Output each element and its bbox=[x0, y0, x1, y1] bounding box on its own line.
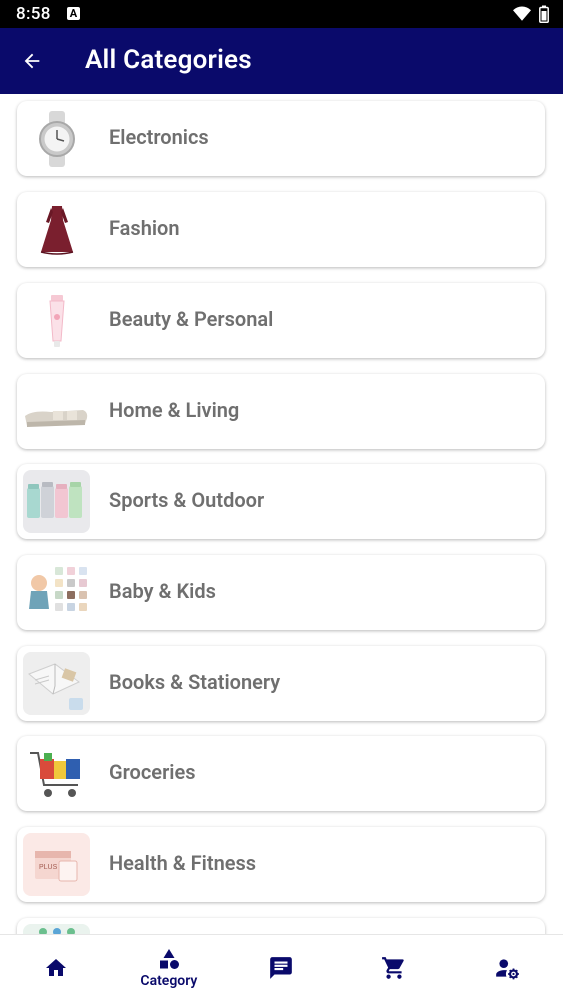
status-bar: 8:58 A bbox=[0, 0, 563, 28]
nav-messages[interactable] bbox=[225, 935, 338, 1001]
category-card-fashion[interactable]: Fashion bbox=[17, 192, 545, 267]
category-thumbnail-icon bbox=[23, 924, 90, 934]
category-label: Health & Fitness bbox=[109, 851, 257, 875]
back-arrow-icon bbox=[24, 53, 40, 69]
account-settings-icon bbox=[495, 959, 519, 980]
app-bar: All Categories bbox=[0, 28, 563, 94]
category-label: Baby & Kids bbox=[109, 579, 216, 603]
status-time: 8:58 bbox=[16, 4, 51, 24]
bottom-navigation: Category bbox=[0, 934, 563, 1001]
category-label: Groceries bbox=[109, 760, 196, 784]
category-card-home[interactable]: Home & Living bbox=[17, 374, 545, 449]
cosmetic-tube-icon bbox=[23, 289, 90, 352]
category-label: Fashion bbox=[109, 216, 180, 240]
nav-account-settings[interactable] bbox=[450, 935, 563, 1001]
message-icon bbox=[270, 957, 293, 979]
wifi-icon bbox=[513, 6, 531, 21]
category-card-electronics[interactable]: Electronics bbox=[17, 101, 545, 176]
category-card-partial[interactable] bbox=[17, 918, 545, 934]
category-card-groceries[interactable]: Groceries bbox=[17, 736, 545, 811]
a-notification-icon: A bbox=[67, 7, 80, 20]
tumblers-icon bbox=[23, 470, 90, 533]
battery-icon bbox=[539, 5, 549, 23]
cart-icon bbox=[382, 957, 404, 979]
sofa-icon bbox=[23, 380, 90, 443]
status-icons bbox=[513, 5, 549, 23]
category-label: Beauty & Personal bbox=[109, 307, 274, 331]
dress-icon bbox=[23, 198, 90, 261]
category-list[interactable]: Electronics Fashion Beauty & Personal Ho… bbox=[0, 94, 563, 934]
nav-category-label: Category bbox=[140, 973, 198, 989]
home-icon bbox=[46, 959, 67, 976]
supplement-box-icon: PLUS bbox=[23, 833, 90, 896]
category-icon bbox=[159, 949, 179, 969]
svg-text:PLUS: PLUS bbox=[39, 864, 58, 871]
category-label: Home & Living bbox=[109, 398, 240, 422]
shopping-cart-icon bbox=[23, 742, 90, 805]
category-card-books[interactable]: Books & Stationery bbox=[17, 646, 545, 721]
smartwatch-icon bbox=[23, 107, 90, 170]
category-card-health[interactable]: PLUS Health & Fitness bbox=[17, 827, 545, 902]
category-card-sports[interactable]: Sports & Outdoor bbox=[17, 464, 545, 539]
nav-cart[interactable] bbox=[338, 935, 451, 1001]
category-card-baby[interactable]: Baby & Kids bbox=[17, 555, 545, 630]
category-label: Electronics bbox=[109, 125, 209, 149]
category-label: Sports & Outdoor bbox=[109, 488, 265, 512]
category-label: Books & Stationery bbox=[109, 670, 281, 694]
nav-home[interactable] bbox=[0, 935, 113, 1001]
baby-clothes-icon bbox=[23, 561, 90, 624]
page-title: All Categories bbox=[85, 45, 252, 75]
nav-category[interactable]: Category bbox=[113, 935, 226, 1001]
notebook-icon bbox=[23, 652, 90, 715]
back-button[interactable] bbox=[16, 45, 48, 77]
category-card-beauty[interactable]: Beauty & Personal bbox=[17, 283, 545, 358]
